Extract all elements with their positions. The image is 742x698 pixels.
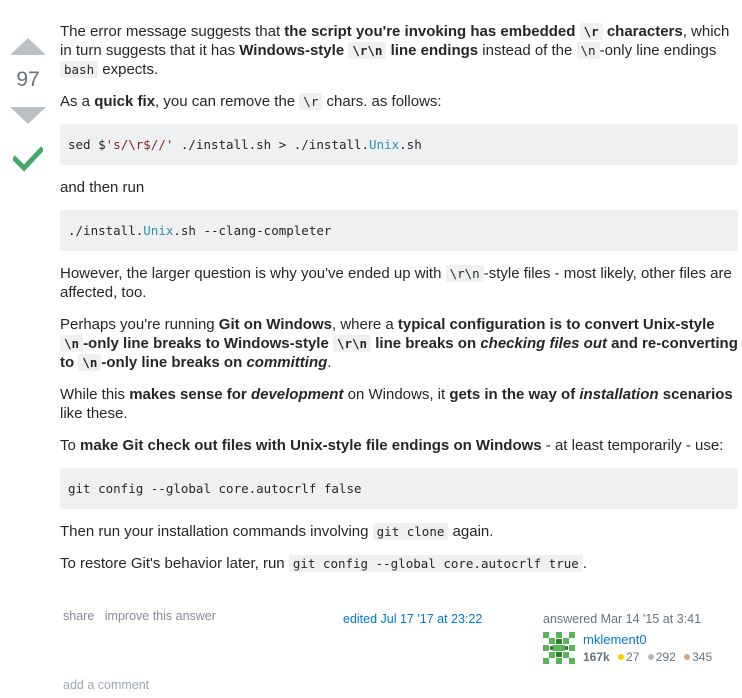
- gold-badge-icon: [618, 654, 625, 661]
- reputation-score: 167k: [583, 650, 610, 664]
- paragraph-larger-question: However, the larger question is why you'…: [60, 265, 732, 301]
- paragraph-then-run-install: Then run your installation commands invo…: [60, 523, 494, 540]
- inline-code: \r\n: [348, 42, 387, 59]
- paragraph-error-message: The error message suggests that the scri…: [60, 23, 730, 78]
- improve-answer-link[interactable]: improve this answer: [105, 609, 216, 623]
- post-menu: share improve this answer: [63, 609, 223, 623]
- user-name-link[interactable]: mklement0: [583, 632, 647, 647]
- edited-link[interactable]: edited Jul 17 '17 at 23:22: [343, 612, 482, 626]
- inline-code: \r: [579, 23, 603, 40]
- arrow-up-icon[interactable]: [10, 38, 46, 55]
- paragraph-restore: To restore Git's behavior later, run git…: [60, 555, 587, 572]
- silver-badge-icon: [647, 654, 654, 661]
- paragraph-git-windows: Perhaps you're running Git on Windows, w…: [60, 316, 738, 371]
- vote-count: 97: [16, 68, 40, 91]
- user-avatar[interactable]: [543, 632, 575, 664]
- inline-code: \n: [576, 42, 600, 59]
- code-block-git-config: git config --global core.autocrlf false: [60, 468, 738, 509]
- inline-code: \r\n: [445, 265, 484, 282]
- inline-code: \n: [60, 335, 84, 352]
- paragraph-make-git: To make Git check out files with Unix-st…: [60, 437, 724, 454]
- paragraph-sense: While this makes sense for development o…: [60, 386, 733, 422]
- inline-code: \n: [78, 354, 102, 371]
- bronze-badge-count: 345: [692, 650, 713, 664]
- bronze-badge-icon: [684, 654, 691, 661]
- user-card: answered Mar 14 '15 at 3:41 mklement0 16…: [543, 612, 738, 664]
- arrow-down-icon[interactable]: [10, 107, 46, 124]
- silver-badge-count: 292: [655, 650, 676, 664]
- share-link[interactable]: share: [63, 609, 94, 623]
- inline-code: git config --global core.autocrlf true: [288, 555, 583, 572]
- answer-body: The error message suggests that the scri…: [60, 22, 738, 586]
- paragraph-then-run: and then run: [60, 179, 145, 196]
- code-block-install: ./install.Unix.sh --clang-completer: [60, 210, 738, 251]
- gold-badge-count: 27: [626, 650, 640, 664]
- add-comment-link[interactable]: add a comment: [63, 678, 149, 692]
- answered-time: answered Mar 14 '15 at 3:41: [543, 612, 702, 626]
- inline-code: git clone: [372, 523, 449, 540]
- checkmark-icon: [13, 146, 43, 172]
- inline-code: \r: [299, 93, 323, 110]
- user-reputation: 167k 27 292 345: [583, 650, 712, 664]
- code-block-sed: sed $'s/\r$//' ./install.sh > ./install.…: [60, 124, 738, 165]
- inline-code: \r\n: [332, 335, 372, 352]
- paragraph-quick-fix: As a quick fix, you can remove the \r ch…: [60, 93, 442, 110]
- inline-code: bash: [60, 61, 99, 78]
